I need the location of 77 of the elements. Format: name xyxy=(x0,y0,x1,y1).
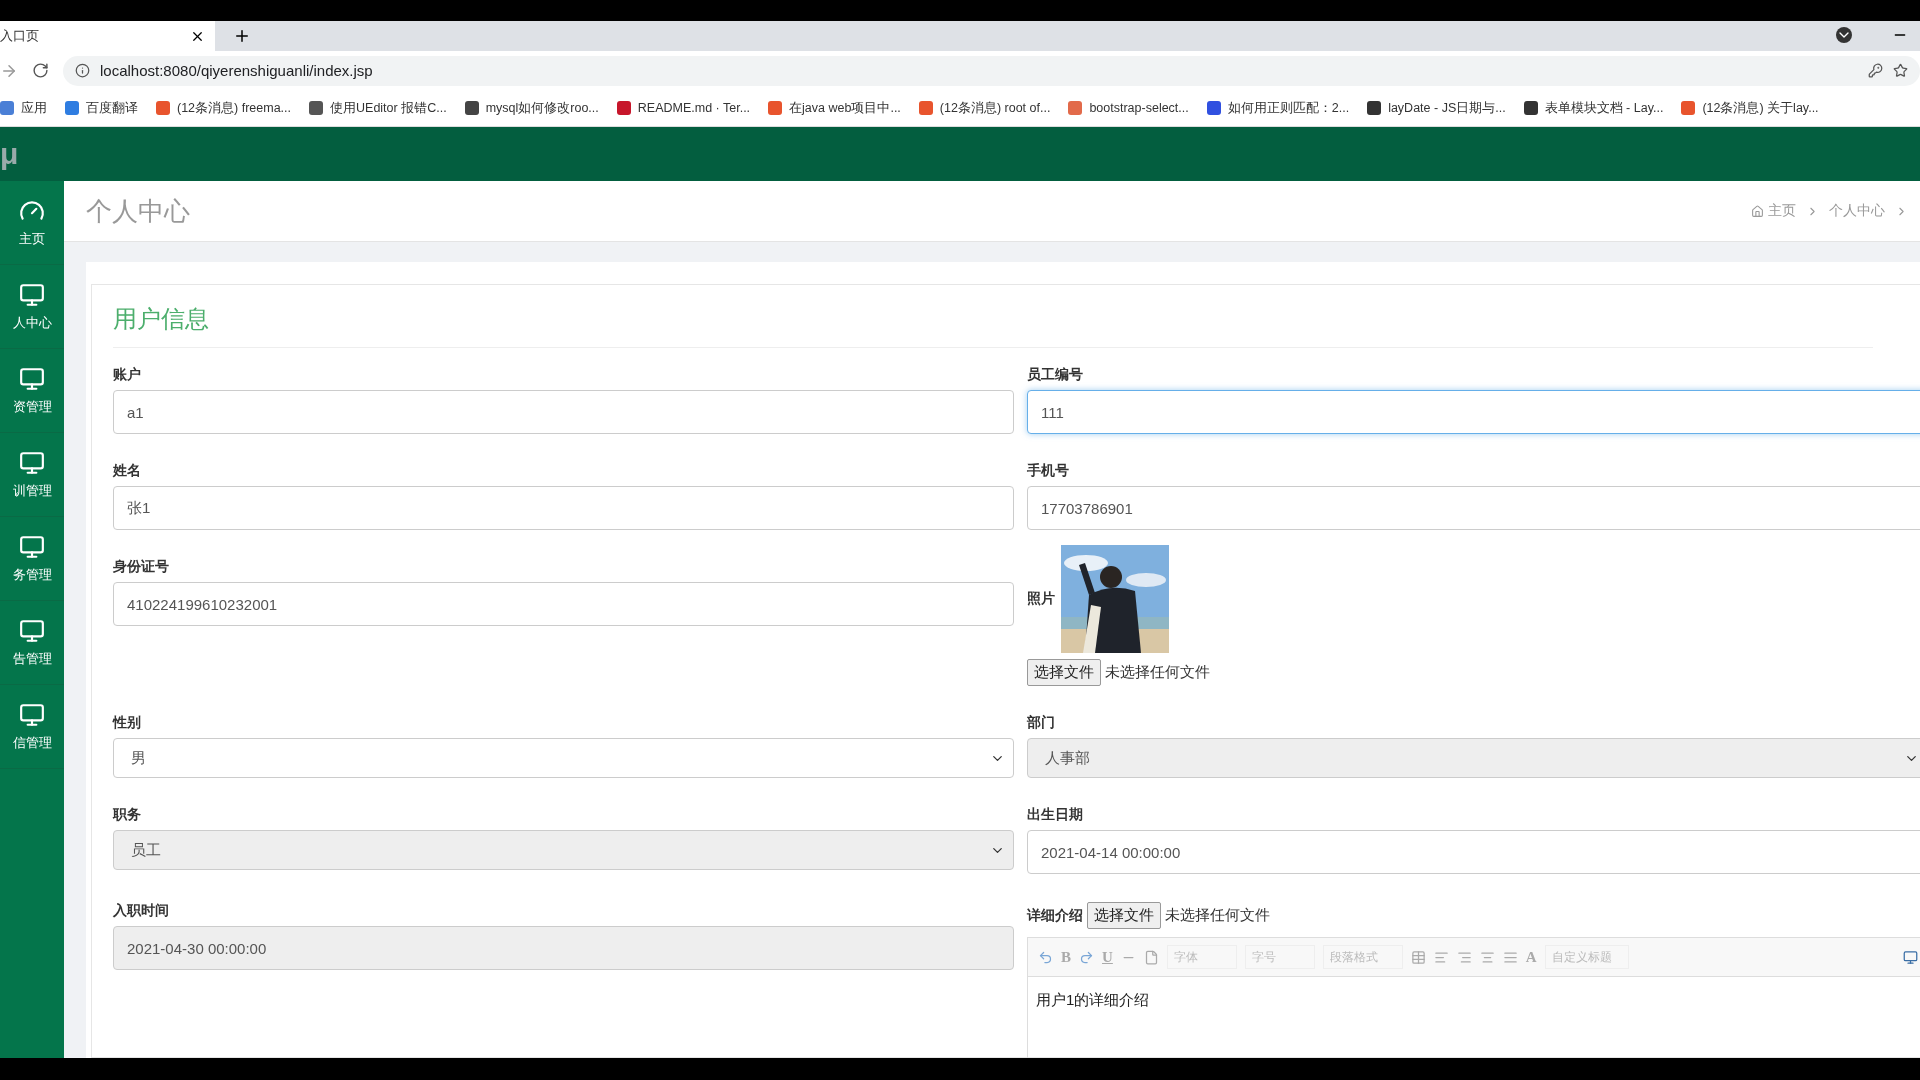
sidebar-item[interactable]: 训管理 xyxy=(0,433,64,517)
undo-icon[interactable] xyxy=(1038,949,1053,965)
field-label: 部门 xyxy=(1027,714,1056,732)
choose-file-button[interactable]: 选择文件 xyxy=(1087,902,1161,929)
monitor-icon xyxy=(19,701,45,728)
bookmark[interactable]: (12条消息) 关于lay... xyxy=(1681,99,1819,117)
field-label: 员工编号 xyxy=(1027,366,1084,384)
editor-text: 用户1的详细介绍 xyxy=(1035,990,1151,1010)
monitor-icon xyxy=(19,449,45,476)
justify-icon[interactable] xyxy=(1502,949,1518,965)
page-title: 个人中心 xyxy=(86,194,190,228)
bookmark[interactable]: README.md · Ter... xyxy=(616,101,751,115)
field-label: 照片 xyxy=(1027,590,1055,608)
field-label: 入职时间 xyxy=(113,902,170,920)
bookmark[interactable]: 在java web项目中... xyxy=(768,99,901,117)
info-icon xyxy=(75,63,90,78)
file-status: 未选择任何文件 xyxy=(1165,906,1270,925)
field-label: 性别 xyxy=(113,714,142,732)
align-right-icon[interactable] xyxy=(1456,949,1472,965)
card-title: 用户信息 xyxy=(113,303,1873,348)
input-field[interactable]: a1 xyxy=(113,390,1014,434)
monitor-icon[interactable] xyxy=(1903,949,1918,965)
bookmark[interactable]: 使用UEditor 报错C... xyxy=(309,99,447,117)
sidebar-item[interactable]: 告管理 xyxy=(0,601,64,685)
select-field[interactable]: 男 xyxy=(113,738,1014,778)
field-label: 姓名 xyxy=(113,462,142,480)
field-label: 出生日期 xyxy=(1027,806,1084,824)
sidebar-label: 务管理 xyxy=(12,565,52,584)
bookmark[interactable]: 表单模块文档 - Lay... xyxy=(1523,99,1664,117)
bookmark[interactable]: 如何用正则匹配：2... xyxy=(1206,99,1350,117)
tab-search-icon[interactable] xyxy=(1836,27,1852,43)
field-label: 账户 xyxy=(113,366,142,384)
sidebar-item[interactable]: 信管理 xyxy=(0,685,64,769)
key-icon[interactable] xyxy=(1868,63,1883,78)
file-status: 未选择任何文件 xyxy=(1105,663,1210,682)
input-field[interactable]: 张1 xyxy=(113,486,1014,530)
sidebar-label: 信管理 xyxy=(12,733,52,752)
bookmark[interactable]: (12条消息) root of... xyxy=(918,99,1051,117)
input-field[interactable]: 2021-04-14 00:00:00 xyxy=(1027,830,1920,874)
align-left-icon[interactable] xyxy=(1433,949,1449,965)
monitor-icon xyxy=(19,533,45,560)
input-field[interactable]: 111 xyxy=(1027,390,1920,434)
sidebar-label: 训管理 xyxy=(12,481,52,500)
sidebar-label: 主页 xyxy=(19,229,45,248)
page-icon[interactable] xyxy=(1143,949,1159,965)
field-label: 手机号 xyxy=(1027,462,1070,480)
align-center-icon[interactable] xyxy=(1479,949,1495,965)
sidebar-item[interactable]: 务管理 xyxy=(0,517,64,601)
star-icon[interactable] xyxy=(1893,63,1908,78)
bookmark[interactable]: 应用 xyxy=(0,99,47,117)
sidebar-label: 告管理 xyxy=(12,649,52,668)
bookmark[interactable]: mysql如何修改roo... xyxy=(464,99,599,117)
address-bar[interactable]: localhost:8080/qiyerenshiguanli/index.jsp xyxy=(63,55,1920,86)
redo-icon[interactable] xyxy=(1079,949,1094,965)
browser-tab[interactable]: 入口页 xyxy=(0,21,215,51)
field-label: 身份证号 xyxy=(113,558,170,576)
logo: μ xyxy=(0,127,64,181)
home-icon xyxy=(1751,204,1764,218)
bookmark[interactable]: (12条消息) freema... xyxy=(156,99,292,117)
new-tab-icon[interactable] xyxy=(233,27,251,45)
sidebar-item[interactable]: 人中心 xyxy=(0,265,64,349)
table-icon[interactable] xyxy=(1410,949,1426,965)
input-field[interactable]: 17703786901 xyxy=(1027,486,1920,530)
bookmark[interactable]: bootstrap-select... xyxy=(1068,101,1189,115)
field-label: 职务 xyxy=(113,806,142,824)
bookmark[interactable]: layDate - JS日期与... xyxy=(1367,99,1506,117)
choose-file-button[interactable]: 选择文件 xyxy=(1027,659,1101,686)
sidebar-label: 人中心 xyxy=(12,313,52,332)
reload-icon[interactable] xyxy=(32,62,49,79)
field-label: 详细介绍 xyxy=(1027,906,1083,925)
input-field[interactable]: 410224199610232001 xyxy=(113,582,1014,626)
monitor-icon xyxy=(19,365,45,392)
sidebar-label: 资管理 xyxy=(12,397,52,416)
monitor-icon xyxy=(19,617,45,644)
sidebar-item[interactable]: 资管理 xyxy=(0,349,64,433)
monitor-icon xyxy=(19,281,45,308)
bookmark[interactable]: 百度翻译 xyxy=(65,99,138,117)
